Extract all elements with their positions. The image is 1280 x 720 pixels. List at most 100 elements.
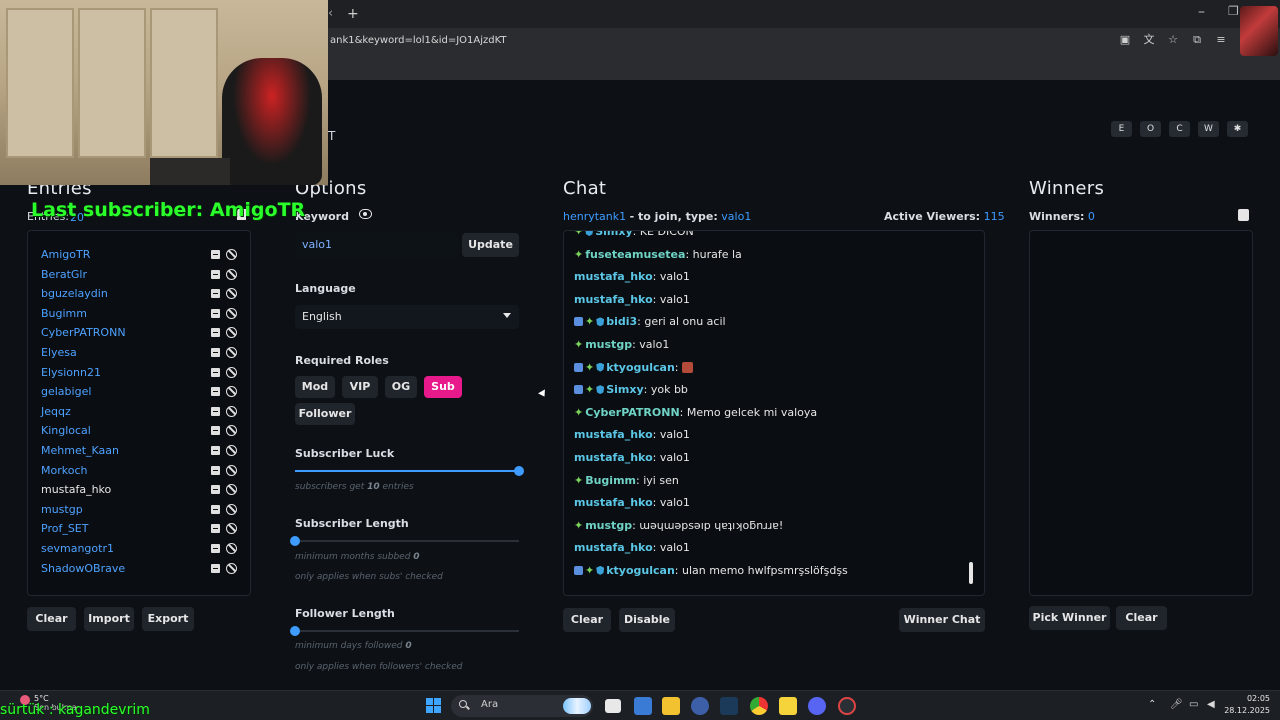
- winner-chat-button[interactable]: Winner Chat: [899, 608, 985, 632]
- chat-username[interactable]: Bugimm: [585, 474, 636, 487]
- volume-icon[interactable]: ◀: [1207, 699, 1215, 710]
- entry-name[interactable]: Elysionn21: [41, 366, 101, 379]
- entry-name[interactable]: Kinglocal: [41, 424, 91, 437]
- chat-clear-button[interactable]: Clear: [563, 608, 611, 632]
- microphone-icon[interactable]: 🎤︎: [1170, 699, 1183, 710]
- remove-entry-icon[interactable]: [211, 269, 220, 279]
- sub-luck-slider-handle[interactable]: [514, 466, 524, 476]
- remove-entry-icon[interactable]: [211, 524, 220, 534]
- remove-entry-icon[interactable]: [211, 504, 220, 514]
- network-icon[interactable]: ▭: [1189, 699, 1198, 710]
- eye-icon[interactable]: [359, 209, 372, 219]
- ban-icon[interactable]: [226, 484, 237, 496]
- ban-icon[interactable]: [226, 503, 237, 515]
- entry-name[interactable]: Prof_SET: [41, 522, 88, 535]
- maximize-button[interactable]: ❐: [1228, 4, 1239, 18]
- ban-icon[interactable]: [226, 523, 237, 535]
- chat-username[interactable]: mustafa_hko: [574, 496, 653, 509]
- entries-import-button[interactable]: Import: [84, 607, 134, 631]
- remove-entry-icon[interactable]: [211, 387, 220, 397]
- task-view-icon[interactable]: [605, 699, 621, 713]
- chat-username[interactable]: ktyogulcan: [606, 564, 675, 577]
- ban-icon[interactable]: [226, 366, 237, 378]
- remove-entry-icon[interactable]: [211, 367, 220, 377]
- settings-gear-icon[interactable]: ✱: [1227, 121, 1248, 137]
- sub-luck-slider[interactable]: [295, 466, 524, 476]
- file-explorer-icon[interactable]: [662, 697, 680, 715]
- new-tab-button[interactable]: +: [347, 6, 359, 22]
- ban-icon[interactable]: [226, 425, 237, 437]
- language-select[interactable]: English: [295, 305, 519, 329]
- tray-overflow-icon[interactable]: ⌃: [1148, 699, 1156, 710]
- entry-name[interactable]: BeratGlr: [41, 268, 87, 281]
- remove-entry-icon[interactable]: [211, 250, 220, 259]
- remove-entry-icon[interactable]: [211, 328, 220, 338]
- entry-name[interactable]: Jeqqz: [41, 405, 71, 418]
- remove-entry-icon[interactable]: [211, 289, 220, 299]
- sub-length-slider-handle[interactable]: [290, 536, 300, 546]
- ban-icon[interactable]: [226, 542, 237, 554]
- follower-length-slider[interactable]: [290, 626, 519, 636]
- sub-length-slider[interactable]: [290, 536, 519, 546]
- pick-winner-button[interactable]: Pick Winner: [1029, 606, 1110, 630]
- entry-name[interactable]: Elyesa: [41, 346, 77, 359]
- remove-entry-icon[interactable]: [211, 308, 220, 318]
- chat-scrollbar[interactable]: [969, 562, 973, 584]
- entry-name[interactable]: CyberPATRONN: [41, 326, 126, 339]
- bookmark-star-icon[interactable]: ☆: [1166, 33, 1180, 47]
- entry-name[interactable]: mustgp: [41, 503, 83, 516]
- ban-icon[interactable]: [226, 249, 237, 260]
- entries-clear-button[interactable]: Clear: [27, 607, 76, 631]
- calculator-icon[interactable]: [634, 697, 652, 715]
- entry-name[interactable]: gelabigel: [41, 385, 91, 398]
- chat-username[interactable]: mustafa_hko: [574, 270, 653, 283]
- sticky-notes-icon[interactable]: [779, 697, 797, 715]
- minimize-button[interactable]: –: [1198, 4, 1205, 20]
- winners-clear-button[interactable]: Clear: [1116, 606, 1167, 630]
- entry-name[interactable]: Mehmet_Kaan: [41, 444, 119, 457]
- remove-entry-icon[interactable]: [211, 563, 220, 573]
- role-mod-button[interactable]: Mod: [295, 376, 335, 398]
- chat-username[interactable]: mustgp: [585, 338, 632, 351]
- toolbar-button-o[interactable]: O: [1140, 121, 1161, 137]
- profile-avatar[interactable]: [1240, 6, 1278, 56]
- remove-entry-icon[interactable]: [211, 465, 220, 475]
- entry-name[interactable]: mustafa_hko: [41, 483, 111, 496]
- entry-name[interactable]: ShadowOBrave: [41, 562, 125, 575]
- update-button[interactable]: Update: [462, 233, 519, 257]
- ban-icon[interactable]: [226, 327, 237, 339]
- chat-username[interactable]: Simxy: [595, 231, 632, 238]
- discord-icon[interactable]: [808, 697, 826, 715]
- steam-icon[interactable]: [720, 697, 738, 715]
- chat-username[interactable]: mustafa_hko: [574, 293, 653, 306]
- app-icon-red[interactable]: [838, 697, 856, 715]
- app-icon-blue[interactable]: [691, 697, 709, 715]
- url-field[interactable]: ank1&keyword=lol1&id=JO1AjzdKT: [330, 35, 507, 46]
- role-og-button[interactable]: OG: [385, 376, 417, 398]
- tab-scroll-icon[interactable]: ‹: [328, 6, 333, 21]
- camera-blocked-icon[interactable]: ▣: [1118, 33, 1132, 47]
- ban-icon[interactable]: [226, 268, 237, 280]
- ban-icon[interactable]: [226, 307, 237, 319]
- channel-link[interactable]: henrytank1: [563, 210, 626, 223]
- toolbar-button-c[interactable]: C: [1169, 121, 1190, 137]
- role-sub-button[interactable]: Sub: [424, 376, 462, 398]
- follower-length-slider-handle[interactable]: [290, 626, 300, 636]
- chat-username[interactable]: mustgp: [585, 519, 632, 532]
- chat-username[interactable]: mustafa_hko: [574, 451, 653, 464]
- entries-export-button[interactable]: Export: [142, 607, 194, 631]
- chrome-icon[interactable]: [750, 697, 768, 715]
- remove-entry-icon[interactable]: [211, 485, 220, 495]
- remove-entry-icon[interactable]: [211, 426, 220, 436]
- media-control-icon[interactable]: ≡: [1214, 33, 1228, 47]
- entry-name[interactable]: bguzelaydin: [41, 287, 108, 300]
- ban-icon[interactable]: [226, 288, 237, 300]
- toolbar-button-w[interactable]: W: [1198, 121, 1219, 137]
- ban-icon[interactable]: [226, 386, 237, 398]
- keyword-input[interactable]: valo1: [295, 232, 459, 258]
- chat-username[interactable]: bidi3: [606, 315, 637, 328]
- ban-icon[interactable]: [226, 405, 237, 417]
- remove-entry-icon[interactable]: [211, 543, 220, 553]
- ban-icon[interactable]: [226, 562, 237, 574]
- chat-username[interactable]: mustafa_hko: [574, 428, 653, 441]
